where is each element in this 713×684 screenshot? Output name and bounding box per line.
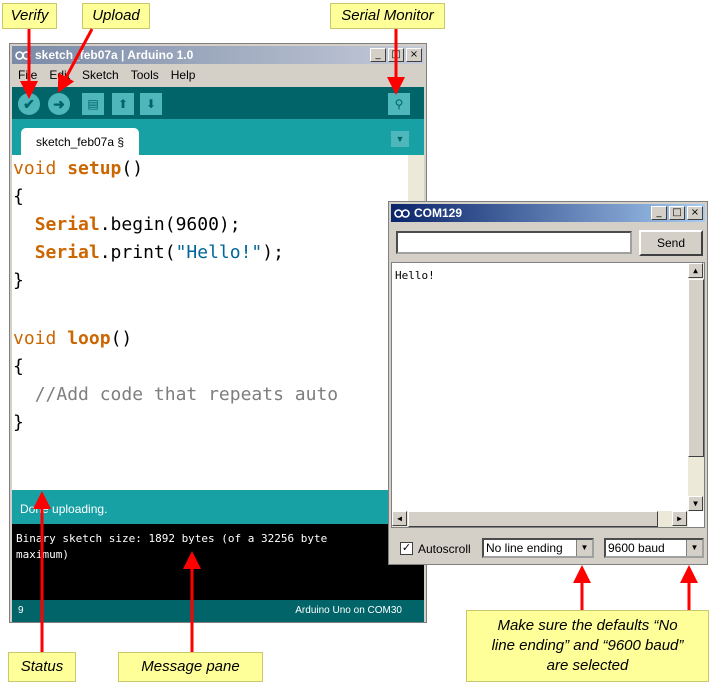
message-pane: Binary sketch size: 1892 bytes (of a 322… [12,524,424,600]
line-ending-select[interactable]: No line ending ▼ [482,538,594,558]
maximize-button[interactable]: □ [388,48,404,62]
autoscroll-label: Autoscroll [418,542,471,556]
dropdown-arrow-icon: ▼ [576,540,592,556]
close-button[interactable]: × [406,48,422,62]
serial-output: Hello! ▲ ▼ ◀ ▶ [391,262,705,528]
message-line: maximum) [16,548,69,561]
arduino-ide-window: sketch_feb07a | Arduino 1.0 _ □ × File E… [9,43,427,623]
board-port: Arduino Uno on COM30 [295,605,402,616]
menu-edit[interactable]: Edit [49,68,70,82]
scroll-thumb[interactable] [688,279,704,457]
serial-monitor-window: COM129 _ □ × Send Hello! ▲ ▼ ◀ ▶ ✓ Autos… [388,201,708,565]
status-bar: Done uploading. [12,490,424,524]
code-line: //Add code that repeats auto [34,384,339,405]
menu-sketch[interactable]: Sketch [82,68,119,82]
new-file-icon: ▤ [87,97,99,111]
upload-button[interactable]: ➜ [48,93,70,115]
callout-message-pane: Message pane [118,652,263,682]
scroll-up-icon[interactable]: ▲ [688,263,703,278]
save-button[interactable]: ⬇ [140,93,162,115]
code-editor[interactable]: void setup() { Serial.begin(9600); Seria… [12,155,408,490]
verify-button[interactable]: ✔ [18,93,40,115]
open-button[interactable]: ⬆ [112,93,134,115]
ide-titlebar[interactable]: sketch_feb07a | Arduino 1.0 _ □ × [12,46,424,64]
scroll-down-icon[interactable]: ▼ [688,496,703,511]
maximize-button[interactable]: □ [669,206,685,220]
dropdown-arrow-icon: ▼ [686,540,702,556]
line-number: 9 [18,605,24,616]
tab-sketch[interactable]: sketch_feb07a § [21,128,139,155]
autoscroll-checkbox[interactable]: ✓ [400,542,413,555]
scroll-right-icon[interactable]: ▶ [672,511,687,526]
serial-options-bar: ✓ Autoscroll No line ending ▼ 9600 baud … [391,536,705,562]
serial-monitor-button[interactable]: ⚲ [388,93,410,115]
new-button[interactable]: ▤ [82,93,104,115]
close-button[interactable]: × [687,206,703,220]
hscroll-thumb[interactable] [408,511,658,527]
serial-input[interactable] [396,231,632,254]
code-line: void loop() [13,328,133,349]
code-line: } [13,270,24,291]
menu-file[interactable]: File [18,68,37,82]
status-text: Done uploading. [20,502,108,516]
checkmark-icon: ✔ [23,95,35,112]
arrow-right-icon: ➜ [53,95,65,112]
serial-output-text: Hello! [395,269,435,282]
callout-upload: Upload [82,3,150,29]
magnifier-icon: ⚲ [394,97,404,111]
minimize-button[interactable]: _ [651,206,667,220]
arrow-up-icon: ⬆ [117,97,129,111]
arrow-down-icon: ⬇ [145,97,157,111]
send-button[interactable]: Send [639,230,703,256]
menu-help[interactable]: Help [171,68,196,82]
triangle-down-icon: ▼ [395,134,405,144]
code-line: void setup() [13,158,144,179]
scroll-left-icon[interactable]: ◀ [392,511,407,526]
ide-window-title: sketch_feb07a | Arduino 1.0 [35,48,194,62]
arduino-logo-icon [15,50,31,60]
serial-window-title: COM129 [414,206,463,220]
code-line: Serial.begin(9600); [34,214,241,235]
baud-select[interactable]: 9600 baud ▼ [604,538,704,558]
arduino-logo-icon [394,208,410,218]
ide-menubar: File Edit Sketch Tools Help [12,66,424,84]
baud-value: 9600 baud [608,541,665,555]
callout-verify: Verify [2,3,57,29]
output-hscrollbar[interactable]: ◀ ▶ [392,511,688,527]
ide-tabbar: sketch_feb07a § ▼ [12,119,424,155]
code-line: } [13,412,24,433]
callout-status: Status [8,652,76,682]
message-line: Binary sketch size: 1892 bytes (of a 322… [16,532,328,545]
code-line: { [13,356,24,377]
minimize-button[interactable]: _ [370,48,386,62]
menu-tools[interactable]: Tools [131,68,159,82]
line-ending-value: No line ending [486,541,563,555]
callout-defaults-note: Make sure the defaults “No line ending” … [466,610,709,682]
ide-toolbar: ✔ ➜ ▤ ⬆ ⬇ ⚲ [12,87,424,119]
code-line: Serial.print("Hello!"); [34,242,284,263]
output-vscrollbar[interactable]: ▲ ▼ [688,263,704,511]
serial-titlebar[interactable]: COM129 _ □ × [391,204,705,222]
code-line: { [13,186,24,207]
callout-serial-monitor: Serial Monitor [330,3,445,29]
ide-footer: 9 Arduino Uno on COM30 [12,600,424,622]
tab-menu-button[interactable]: ▼ [391,131,409,147]
